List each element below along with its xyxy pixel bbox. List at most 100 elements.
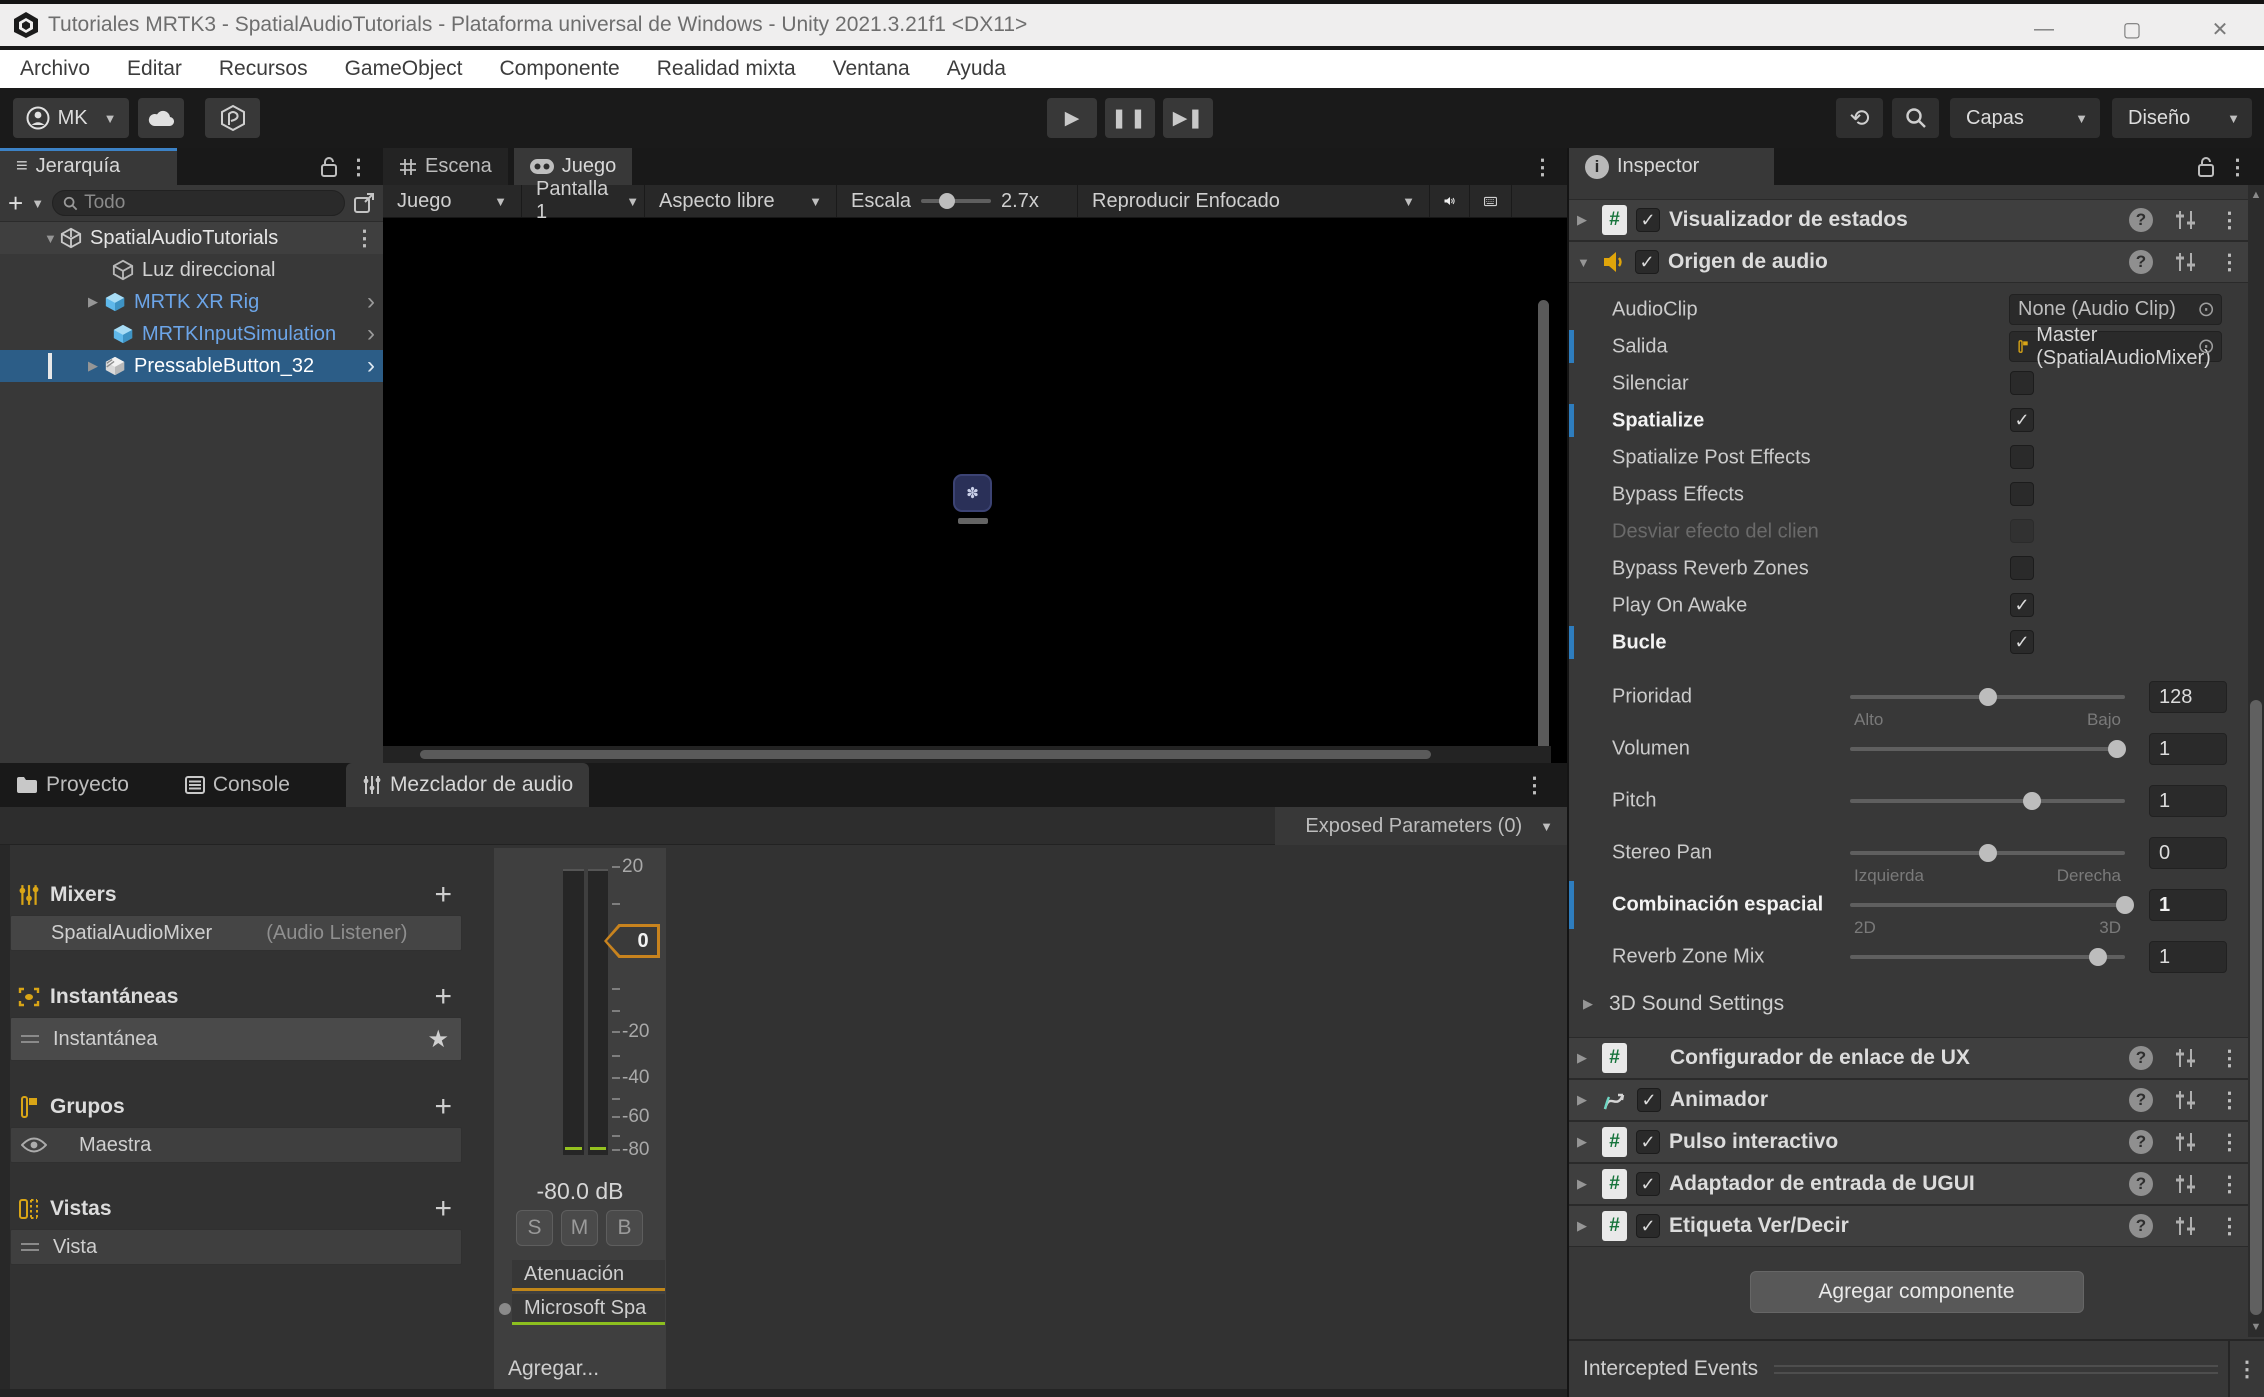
maximize-button[interactable]: ▢ bbox=[2088, 8, 2176, 50]
pitch-value[interactable]: 1 bbox=[2149, 785, 2227, 817]
scrollbar-thumb[interactable] bbox=[2250, 700, 2262, 1315]
group-row-maestra[interactable]: Maestra bbox=[10, 1127, 462, 1163]
object-picker-icon[interactable]: ⊙ bbox=[2197, 297, 2215, 322]
snapshots-header[interactable]: Instantáneas + bbox=[10, 977, 462, 1017]
layout-dropdown[interactable]: Diseño▼ bbox=[2112, 98, 2252, 138]
3d-sound-settings-foldout[interactable]: ▶ 3D Sound Settings bbox=[1569, 983, 2264, 1025]
hierarchy-scene-row[interactable]: ▼ SpatialAudioTutorials ⋮ bbox=[0, 222, 383, 254]
component-menu-kebab[interactable]: ⋮ bbox=[2219, 1088, 2240, 1113]
bypass-effects-checkbox[interactable] bbox=[2010, 482, 2034, 506]
foldout-collapsed-icon[interactable]: ▶ bbox=[1577, 212, 1593, 228]
snapshot-row-instantanea[interactable]: Instantánea ★ bbox=[10, 1017, 462, 1061]
open-prefab-chevron[interactable]: › bbox=[367, 320, 375, 348]
help-icon[interactable]: ? bbox=[2129, 1088, 2153, 1112]
combinacion-espacial-slider[interactable]: 2D 3D bbox=[1850, 896, 2125, 914]
eye-icon[interactable] bbox=[21, 1137, 47, 1153]
account-dropdown[interactable]: MK▼ bbox=[13, 98, 129, 138]
mute-audio-button[interactable] bbox=[1430, 185, 1470, 217]
presets-icon[interactable] bbox=[2175, 1174, 2197, 1194]
presets-icon[interactable] bbox=[2175, 210, 2197, 230]
exposed-parameters-dropdown[interactable]: Exposed Parameters (0) ▼ bbox=[1275, 807, 1567, 845]
scroll-up-icon[interactable]: ▲ bbox=[2248, 189, 2264, 201]
hierarchy-item-mrtk-xr-rig[interactable]: ▶ MRTK XR Rig › bbox=[0, 286, 383, 318]
inspector-scrollbar[interactable]: ▲ ▼ bbox=[2248, 185, 2264, 1337]
mixer-menu-kebab[interactable]: ⋮ bbox=[1524, 773, 1545, 798]
tab-jerarquia[interactable]: ≡ Jerarquía bbox=[0, 148, 177, 185]
tab-escena[interactable]: Escena bbox=[383, 148, 508, 185]
add-effect-button[interactable]: Agregar... bbox=[508, 1357, 599, 1381]
hierarchy-item-pressablebutton-selected[interactable]: ▶ PressableButton_32 › bbox=[0, 350, 383, 382]
prioridad-value[interactable]: 128 bbox=[2149, 681, 2227, 713]
step-button[interactable]: ▶❚ bbox=[1163, 98, 1213, 138]
help-icon[interactable]: ? bbox=[2129, 250, 2153, 274]
silenciar-checkbox[interactable] bbox=[2010, 371, 2034, 395]
menu-ventana[interactable]: Ventana bbox=[833, 57, 910, 81]
view-row-vista[interactable]: Vista bbox=[10, 1229, 462, 1265]
solo-button[interactable]: S bbox=[516, 1210, 553, 1246]
component-enabled-checkbox[interactable] bbox=[1636, 1172, 1660, 1196]
search-button[interactable] bbox=[1892, 98, 1939, 138]
spatialize-checkbox[interactable] bbox=[2010, 408, 2034, 432]
scrollbar-thumb[interactable] bbox=[420, 750, 1431, 759]
help-icon[interactable]: ? bbox=[2129, 1214, 2153, 1238]
add-view-button[interactable]: + bbox=[434, 1192, 452, 1226]
game-vertical-scrollbar[interactable] bbox=[1538, 300, 1549, 762]
foldout-collapsed-icon[interactable]: ▶ bbox=[88, 294, 104, 310]
mute-button[interactable]: M bbox=[561, 1210, 598, 1246]
object-picker-icon[interactable]: ⊙ bbox=[2197, 334, 2215, 359]
menu-realidad-mixta[interactable]: Realidad mixta bbox=[657, 57, 796, 81]
open-prefab-chevron[interactable]: › bbox=[367, 288, 375, 316]
foldout-collapsed-icon[interactable]: ▶ bbox=[1577, 1218, 1593, 1234]
scale-control[interactable]: Escala 2.7x bbox=[837, 185, 1078, 217]
component-enabled-checkbox[interactable] bbox=[1636, 208, 1660, 232]
volumen-slider[interactable] bbox=[1850, 740, 2125, 758]
volume-fader-handle[interactable]: 0 bbox=[604, 924, 660, 958]
stereo-pan-slider[interactable]: Izquierda Derecha bbox=[1850, 844, 2125, 862]
bucle-checkbox[interactable] bbox=[2010, 630, 2034, 654]
menu-archivo[interactable]: Archivo bbox=[20, 57, 90, 81]
foldout-collapsed-icon[interactable]: ▶ bbox=[88, 358, 104, 374]
salida-object-field[interactable]: Master (SpatialAudioMixer) ⊙ bbox=[2009, 331, 2222, 362]
reverb-zone-mix-slider[interactable] bbox=[1850, 948, 2125, 966]
game-horizontal-scrollbar[interactable] bbox=[383, 746, 1551, 763]
minimize-button[interactable]: — bbox=[2000, 8, 2088, 50]
menu-gameobject[interactable]: GameObject bbox=[345, 57, 463, 81]
hierarchy-item-mrtkinputsimulation[interactable]: MRTKInputSimulation › bbox=[0, 318, 383, 350]
tab-proyecto[interactable]: Proyecto bbox=[0, 763, 145, 807]
spatialize-post-effects-checkbox[interactable] bbox=[2010, 445, 2034, 469]
component-visualizador-de-estados[interactable]: ▶ # Visualizador de estados ? ⋮ bbox=[1569, 199, 2264, 241]
component-enabled-checkbox[interactable] bbox=[1635, 250, 1659, 274]
combinacion-espacial-value[interactable]: 1 bbox=[2149, 889, 2227, 921]
add-mixer-button[interactable]: + bbox=[434, 878, 452, 912]
menu-ayuda[interactable]: Ayuda bbox=[947, 57, 1006, 81]
foldout-expanded-icon[interactable]: ▼ bbox=[1577, 255, 1593, 270]
presets-icon[interactable] bbox=[2175, 1048, 2197, 1068]
presets-icon[interactable] bbox=[2175, 1090, 2197, 1110]
prioridad-slider[interactable]: Alto Bajo bbox=[1850, 688, 2125, 706]
component-adaptador-de-entrada-de-ugui[interactable]: ▶ # Adaptador de entrada de UGUI ? ⋮ bbox=[1569, 1163, 2264, 1205]
reverb-zone-mix-value[interactable]: 1 bbox=[2149, 941, 2227, 973]
effect-atenuacion[interactable]: Atenuación bbox=[512, 1260, 665, 1291]
component-origen-de-audio[interactable]: ▼ Origen de audio ? ⋮ bbox=[1569, 241, 2264, 283]
focus-dropdown[interactable]: Reproducir Enfocado▼ bbox=[1078, 185, 1430, 217]
foldout-collapsed-icon[interactable]: ▶ bbox=[1577, 1050, 1593, 1066]
help-icon[interactable]: ? bbox=[2129, 1172, 2153, 1196]
scene-menu-kebab[interactable]: ⋮ bbox=[354, 226, 375, 251]
pitch-slider[interactable] bbox=[1850, 792, 2125, 810]
effect-microsoft-spatializer[interactable]: Microsoft Spa bbox=[512, 1294, 665, 1325]
mixer-row-spatialaudiomixer[interactable]: SpatialAudioMixer (Audio Listener) bbox=[10, 915, 462, 951]
mixers-header[interactable]: Mixers + bbox=[10, 875, 462, 915]
add-object-button[interactable]: + bbox=[8, 188, 23, 219]
screen-dropdown[interactable]: Pantalla 1▼ bbox=[522, 185, 645, 217]
aspect-dropdown[interactable]: Aspecto libre▼ bbox=[645, 185, 837, 217]
undo-history-button[interactable]: ⟲ bbox=[1836, 98, 1883, 138]
component-enabled-checkbox[interactable] bbox=[1636, 1130, 1660, 1154]
help-icon[interactable]: ? bbox=[2129, 1130, 2153, 1154]
foldout-expanded-icon[interactable]: ▼ bbox=[44, 231, 60, 246]
bypass-reverb-zones-checkbox[interactable] bbox=[2010, 556, 2034, 580]
scale-slider-handle[interactable] bbox=[939, 193, 955, 209]
play-on-awake-checkbox[interactable] bbox=[2010, 593, 2034, 617]
component-menu-kebab[interactable]: ⋮ bbox=[2219, 1046, 2240, 1071]
pressable-button-render[interactable]: ✽ bbox=[953, 474, 992, 512]
presets-icon[interactable] bbox=[2175, 252, 2197, 272]
